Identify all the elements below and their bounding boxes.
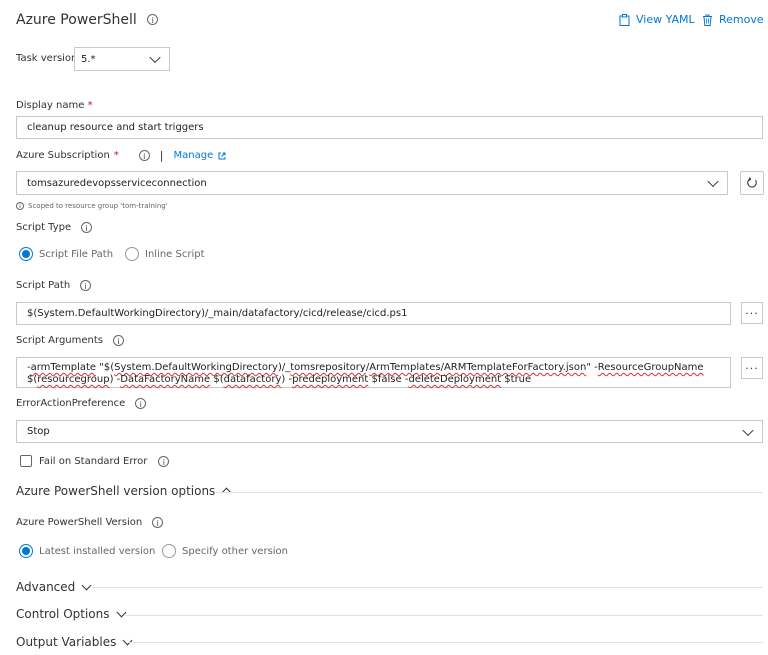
chevron-down-icon <box>81 580 92 591</box>
section-divider <box>125 615 763 616</box>
info-icon[interactable]: i <box>80 280 92 291</box>
subscription-label-row: Azure Subscription * i | Manage <box>16 149 226 162</box>
ellipsis-icon: ··· <box>745 361 759 375</box>
info-icon[interactable]: i <box>158 455 170 467</box>
radio-unselected[interactable] <box>125 247 139 261</box>
remove-button[interactable]: Remove <box>702 13 764 26</box>
script-arguments-label-row: Script Arguments i <box>16 335 125 346</box>
args-line-2: $(resourcegroup) -DataFactoryName $(data… <box>27 374 532 385</box>
subscription-select[interactable]: tomsazuredevopsserviceconnection <box>16 171 728 195</box>
section-divider <box>92 587 763 588</box>
title-text: Azure PowerShell <box>16 12 137 28</box>
ellipsis-icon: ··· <box>745 306 759 320</box>
info-icon[interactable]: i <box>113 335 125 346</box>
view-yaml-label: View YAML <box>636 13 695 26</box>
output-variables-section-header[interactable]: Output Variables <box>16 635 133 649</box>
radio-inline-script[interactable]: Inline Script <box>125 247 205 261</box>
control-options-section-header[interactable]: Control Options <box>16 607 126 621</box>
section-divider <box>216 492 763 493</box>
fail-on-stderr-checkbox[interactable] <box>20 455 32 467</box>
chevron-down-icon <box>122 635 133 646</box>
trash-icon <box>702 14 713 26</box>
script-path-label-row: Script Path i <box>16 280 92 291</box>
info-icon[interactable]: i <box>147 14 159 25</box>
info-icon[interactable]: i <box>138 150 150 161</box>
error-action-label-row: ErrorActionPreference i <box>16 398 147 409</box>
radio-selected[interactable] <box>19 544 33 558</box>
subscription-label: Azure Subscription <box>16 150 110 161</box>
radio-unselected[interactable] <box>162 544 176 558</box>
info-icon: i <box>16 202 24 210</box>
script-path-browse-button[interactable]: ··· <box>741 302 763 324</box>
refresh-button[interactable] <box>740 171 764 195</box>
manage-link[interactable]: Manage <box>174 150 227 161</box>
version-options-section-header[interactable]: Azure PowerShell version options <box>16 484 232 498</box>
task-version-value: 5.* <box>81 53 96 65</box>
radio-selected[interactable] <box>19 247 33 261</box>
radio-script-file-path[interactable]: Script File Path <box>19 247 113 261</box>
task-version-label: Task version <box>16 53 78 64</box>
advanced-section-header[interactable]: Advanced <box>16 580 92 594</box>
chevron-down-icon <box>707 175 719 188</box>
chevron-down-icon <box>742 424 754 436</box>
task-version-select[interactable]: 5.* <box>74 47 170 71</box>
display-name-label: Display name * <box>16 100 93 111</box>
error-action-select[interactable]: Stop <box>16 420 763 443</box>
script-arguments-edit-button[interactable]: ··· <box>741 357 763 379</box>
section-divider <box>128 642 763 643</box>
script-path-input[interactable]: $(System.DefaultWorkingDirectory)/_main/… <box>16 302 731 325</box>
fail-on-stderr-checkbox-row[interactable]: Fail on Standard Error i <box>20 455 170 467</box>
radio-latest-version[interactable]: Latest installed version <box>19 544 155 558</box>
script-arguments-input[interactable]: -armTemplate "$(System.DefaultWorkingDir… <box>16 357 731 388</box>
page-title: Azure PowerShell i <box>16 12 159 28</box>
info-icon[interactable]: i <box>81 222 93 233</box>
info-icon[interactable]: i <box>135 398 147 409</box>
refresh-icon <box>746 177 758 189</box>
chevron-down-icon <box>149 51 161 64</box>
clipboard-icon <box>619 13 630 26</box>
args-line-1: -armTemplate "$(System.DefaultWorkingDir… <box>27 362 704 373</box>
scope-note: i Scoped to resource group 'tom-training… <box>16 202 168 210</box>
ps-version-label-row: Azure PowerShell Version i <box>16 517 164 528</box>
script-type-label-row: Script Type i <box>16 222 93 233</box>
info-icon[interactable]: i <box>152 517 164 528</box>
display-name-input[interactable]: cleanup resource and start triggers <box>16 116 763 139</box>
radio-specify-version[interactable]: Specify other version <box>162 544 288 558</box>
external-link-icon <box>218 152 226 160</box>
view-yaml-button[interactable]: View YAML <box>619 13 695 26</box>
remove-label: Remove <box>719 13 764 26</box>
